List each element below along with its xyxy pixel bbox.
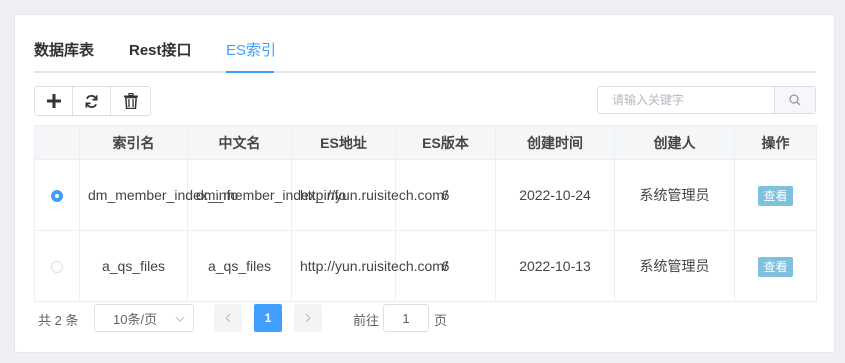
view-button[interactable]: 查看 xyxy=(758,257,793,277)
cell-index-name: a_qs_files xyxy=(79,230,188,302)
refresh-button[interactable] xyxy=(73,87,111,115)
table-header-row: 索引名 中文名 ES地址 ES版本 创建时间 创建人 操作 xyxy=(34,125,817,160)
goto-label: 前往 xyxy=(353,313,380,328)
search-input[interactable] xyxy=(598,87,774,113)
header-actions: 操作 xyxy=(734,125,817,160)
add-button[interactable] xyxy=(35,87,73,115)
chevron-right-icon xyxy=(305,313,311,323)
search-button[interactable] xyxy=(774,87,815,113)
next-page-button[interactable] xyxy=(294,304,322,332)
active-tab-indicator xyxy=(226,71,274,73)
tab-database-tables[interactable]: 数据库表 xyxy=(34,41,94,61)
cell-es-address: http://yun.ruisitech.com/ xyxy=(291,159,448,231)
chevron-left-icon xyxy=(225,313,231,323)
trash-icon xyxy=(123,93,138,109)
tab-rest-api[interactable]: Rest接口 xyxy=(129,41,192,61)
header-select xyxy=(34,125,80,160)
delete-button[interactable] xyxy=(111,87,150,115)
toolbar xyxy=(34,86,151,116)
cell-creator: 系统管理员 xyxy=(614,230,735,302)
cell-es-address: http://yun.ruisitech.com/ xyxy=(291,230,448,302)
header-es-address[interactable]: ES地址 xyxy=(291,125,396,160)
table-row[interactable]: dm_member_index_info dm_member_index_inf… xyxy=(34,159,817,231)
plus-icon xyxy=(46,94,61,108)
header-index-name[interactable]: 索引名 xyxy=(79,125,188,160)
header-creator[interactable]: 创建人 xyxy=(614,125,735,160)
chevron-down-icon xyxy=(175,316,185,322)
pagination: 共 2 条 10条/页 1 前往 页 xyxy=(34,304,816,332)
page-button-current[interactable]: 1 xyxy=(254,304,282,332)
row-select-radio[interactable] xyxy=(51,261,63,274)
page-size-value: 10条/页 xyxy=(113,311,158,327)
header-es-version[interactable]: ES版本 xyxy=(395,125,496,160)
total-count: 共 2 条 xyxy=(38,313,79,328)
table-row[interactable]: a_qs_files a_qs_files http://yun.ruisite… xyxy=(34,230,817,302)
goto-page-input[interactable] xyxy=(383,304,429,332)
page-size-select[interactable]: 10条/页 xyxy=(94,304,194,332)
view-button[interactable]: 查看 xyxy=(758,186,793,206)
header-created-at[interactable]: 创建时间 xyxy=(495,125,615,160)
search-icon xyxy=(789,94,801,106)
page-suffix-label: 页 xyxy=(434,313,448,328)
es-index-panel: 数据库表 Rest接口 ES索引 请输入关键字 索引名 中文名 ES地址 ES版… xyxy=(14,14,835,353)
cell-cn-name: a_qs_files xyxy=(187,230,292,302)
search-box xyxy=(597,86,816,114)
tab-bar: 数据库表 Rest接口 ES索引 xyxy=(34,41,816,73)
prev-page-button[interactable] xyxy=(214,304,242,332)
cell-created-at: 2022-10-13 xyxy=(495,230,615,302)
cell-creator: 系统管理员 xyxy=(614,159,735,231)
tab-es-index[interactable]: ES索引 xyxy=(226,41,276,61)
header-cn-name[interactable]: 中文名 xyxy=(187,125,292,160)
cell-created-at: 2022-10-24 xyxy=(495,159,615,231)
es-index-table: 索引名 中文名 ES地址 ES版本 创建时间 创建人 操作 dm_member_… xyxy=(34,125,817,302)
row-select-radio[interactable] xyxy=(51,190,63,203)
refresh-icon xyxy=(85,94,98,108)
cell-cn-name: dm_member_index_info xyxy=(187,159,346,231)
cell-index-name: dm_member_index_info xyxy=(79,159,238,231)
